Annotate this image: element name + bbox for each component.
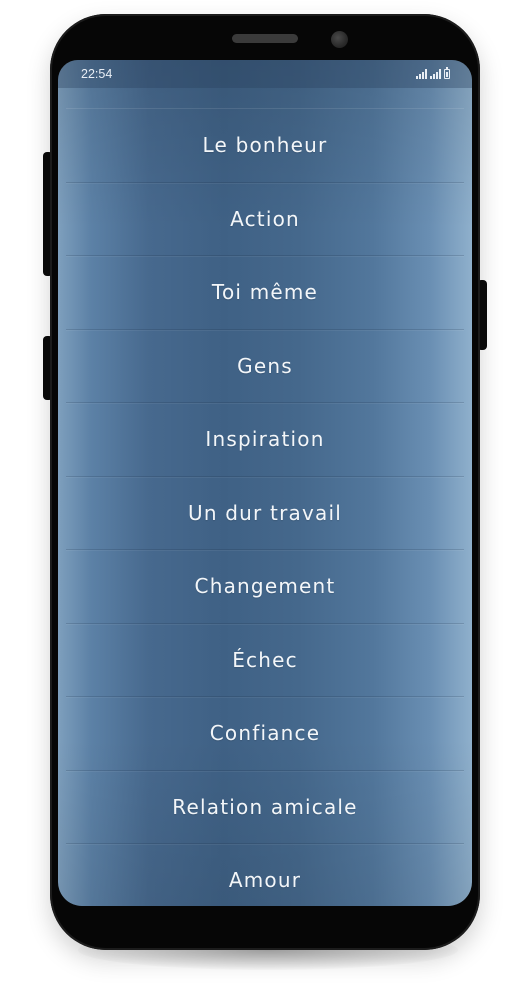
category-item-gens[interactable]: Gens	[66, 330, 464, 403]
phone-screen: 22:54 Le bonheur Action Toi même Gens In…	[58, 60, 472, 906]
category-label: Le bonheur	[202, 133, 328, 158]
category-list: Le bonheur Action Toi même Gens Inspirat…	[58, 109, 472, 906]
category-label: Confiance	[209, 721, 321, 746]
category-item-toi-meme[interactable]: Toi même	[66, 256, 464, 330]
signal-icon	[430, 69, 441, 79]
category-label: Inspiration	[205, 427, 325, 452]
status-icons	[416, 67, 450, 79]
battery-icon	[444, 67, 450, 79]
category-label: Changement	[194, 574, 336, 599]
category-label: Un dur travail	[188, 500, 342, 525]
category-label: Amour	[228, 868, 302, 893]
front-camera-icon	[331, 31, 348, 48]
status-bar: 22:54	[58, 60, 472, 88]
list-top-divider	[66, 88, 464, 109]
signal-icon	[416, 69, 427, 79]
category-item-inspiration[interactable]: Inspiration	[66, 403, 464, 477]
category-label: Relation amicale	[172, 794, 358, 819]
category-label: Action	[230, 206, 300, 231]
earpiece-speaker	[232, 34, 298, 43]
status-time: 22:54	[81, 67, 113, 81]
category-item-confiance[interactable]: Confiance	[66, 697, 464, 771]
category-item-relation-amicale[interactable]: Relation amicale	[66, 771, 464, 844]
category-label: Toi même	[211, 280, 319, 305]
category-item-amour[interactable]: Amour	[66, 844, 464, 906]
category-item-le-bonheur[interactable]: Le bonheur	[66, 109, 464, 183]
category-item-changement[interactable]: Changement	[66, 550, 464, 624]
category-label: Échec	[232, 647, 298, 672]
category-item-un-dur-travail[interactable]: Un dur travail	[66, 477, 464, 550]
category-item-action[interactable]: Action	[66, 183, 464, 256]
device-mockup: 22:54 Le bonheur Action Toi même Gens In…	[0, 0, 530, 1000]
category-item-echec[interactable]: Échec	[66, 624, 464, 697]
category-label: Gens	[237, 353, 293, 378]
